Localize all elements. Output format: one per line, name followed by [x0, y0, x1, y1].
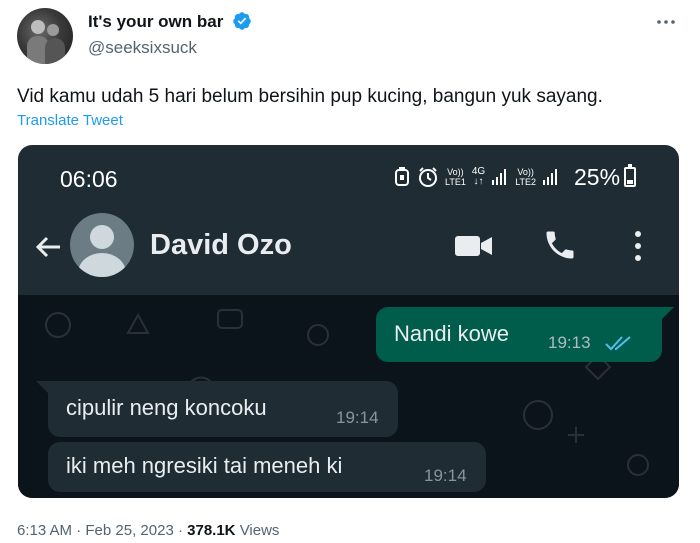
battery-icon [624, 164, 636, 187]
signal-bars-icon [543, 169, 558, 185]
message-time: 19:13 [548, 333, 591, 352]
author-display-name[interactable]: It's your own bar [88, 12, 223, 32]
meta-separator: · [177, 522, 183, 539]
message-bubble-incoming[interactable]: cipulir neng koncoku 19:14 [48, 381, 398, 437]
tweet-text: Vid kamu udah 5 hari belum bersihin pup … [17, 86, 603, 107]
video-call-icon[interactable] [454, 231, 494, 261]
chat-header: David Ozo [18, 207, 679, 295]
message-time: 19:14 [336, 408, 379, 427]
4g-label: 4G ↓↑ [471, 166, 486, 187]
incoming-bubble-tail [36, 381, 48, 393]
message-text: iki meh ngresiki tai meneh ki [66, 453, 343, 478]
status-bar-icons: Vo)) LTE1 4G ↓↑ Vo)) LTE2 [393, 162, 560, 192]
meta-separator: · [76, 522, 82, 539]
battery-percentage: 25% [574, 164, 621, 190]
views-count: 378.1K [187, 522, 236, 539]
translate-tweet-link[interactable]: Translate Tweet [17, 112, 123, 129]
more-options-icon[interactable] [654, 10, 678, 34]
views-label: Views [239, 522, 280, 539]
contact-avatar[interactable] [70, 213, 134, 277]
verified-badge-icon [233, 12, 251, 30]
message-time: 19:14 [424, 466, 467, 485]
message-bubble-incoming[interactable]: iki meh ngresiki tai meneh ki 19:14 [48, 442, 486, 492]
outgoing-bubble-tail [662, 307, 674, 319]
phone-call-icon[interactable] [542, 227, 578, 263]
author-handle[interactable]: @seeksixsuck [88, 38, 197, 58]
tweet-metadata: 6:13 AM · Feb 25, 2023 · 378.1K Views [17, 522, 279, 539]
read-receipt-icon [605, 336, 631, 351]
lte2-label: Vo)) LTE2 [515, 167, 537, 187]
back-arrow-icon[interactable] [32, 231, 64, 263]
author-avatar[interactable] [17, 8, 73, 64]
tweet-time[interactable]: 6:13 AM [17, 522, 72, 539]
message-text: cipulir neng koncoku [66, 395, 267, 420]
chat-messages-area: Nandi kowe 19:13 cipulir neng koncoku 19… [18, 295, 679, 498]
message-bubble-outgoing[interactable]: Nandi kowe 19:13 [376, 307, 662, 362]
alarm-icon [395, 167, 409, 186]
message-text: Nandi kowe [394, 321, 509, 346]
lte1-label: Vo)) LTE1 [445, 167, 466, 187]
tweet-date[interactable]: Feb 25, 2023 [85, 522, 173, 539]
attached-screenshot[interactable]: 06:06 Vo)) LTE1 4G ↓↑ Vo)) LTE2 25% Davi… [18, 145, 679, 498]
clock-icon [419, 167, 437, 187]
signal-bars-icon [492, 169, 507, 185]
status-bar-time: 06:06 [60, 166, 118, 192]
kebab-menu-icon[interactable] [632, 229, 644, 263]
contact-name[interactable]: David Ozo [150, 229, 292, 262]
